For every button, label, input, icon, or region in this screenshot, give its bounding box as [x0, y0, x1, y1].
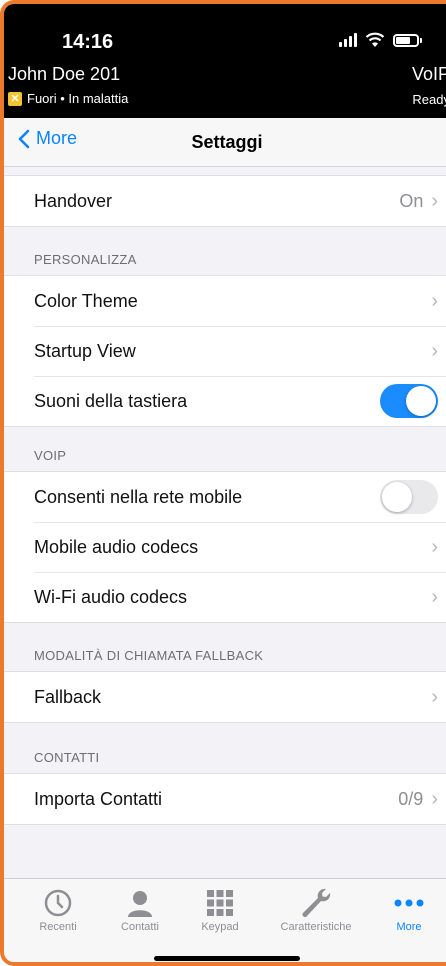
- section-fallback-mode: MODALITÀ DI CHIAMATA FALLBACK: [34, 648, 264, 663]
- more-dots-icon: [394, 899, 424, 907]
- wifi-icon: [365, 32, 385, 47]
- person-icon: [128, 891, 152, 917]
- section-voip: VOIP: [34, 448, 67, 463]
- chevron-right-icon: ›: [431, 290, 438, 312]
- startup-view-label: Startup View: [34, 340, 136, 361]
- contacts-group: Importa Contatti 0/9 ›: [4, 773, 446, 825]
- chevron-right-icon: ›: [431, 788, 438, 810]
- chevron-right-icon: ›: [431, 586, 438, 608]
- top-bar: 14:16 John Doe 201 ✕ Fuori • In malattia…: [4, 4, 446, 118]
- battery-icon: [393, 33, 419, 47]
- wifi-codecs-label: Wi-Fi audio codecs: [34, 586, 188, 607]
- presence-status-text: Fuori • In malattia: [27, 91, 129, 106]
- keyboard-sounds-row: Suoni della tastiera: [4, 376, 446, 426]
- fallback-group: Fallback ›: [4, 671, 446, 723]
- tab-bar: Recenti Contatti Keypad Caratteristiche …: [4, 878, 446, 962]
- handover-label: Handover: [34, 190, 113, 211]
- fallback-label: Fallback: [34, 686, 102, 707]
- mobile-codecs-label: Mobile audio codecs: [34, 536, 199, 557]
- import-contacts-row[interactable]: Importa Contatti 0/9 ›: [4, 774, 446, 824]
- clock-icon: [44, 889, 72, 917]
- handover-group: Handover On ›: [4, 175, 446, 227]
- personalize-group: Color Theme › Startup View › Suoni della…: [4, 275, 446, 427]
- status-time: 14:16: [62, 31, 114, 53]
- page-title: Settaggi: [191, 132, 263, 152]
- fallback-row[interactable]: Fallback ›: [4, 672, 446, 722]
- chevron-right-icon: ›: [431, 340, 438, 362]
- tab-keypad-label: Keypad: [201, 921, 239, 933]
- presence-status[interactable]: ✕ Fuori • In malattia: [8, 91, 128, 106]
- section-contacts: CONTATTI: [34, 750, 100, 765]
- absent-badge-icon: ✕: [8, 91, 22, 106]
- chevron-right-icon: ›: [431, 190, 438, 212]
- tab-recenti[interactable]: Recenti: [18, 885, 98, 933]
- tab-caratteristiche-label: Caratteristiche: [280, 921, 352, 933]
- keyboard-sounds-toggle[interactable]: [380, 384, 438, 418]
- tab-more[interactable]: More: [374, 885, 444, 933]
- wrench-icon: [302, 888, 331, 917]
- tab-contatti[interactable]: Contatti: [100, 885, 180, 933]
- voip-group: Consenti nella rete mobile Mobile audio …: [4, 471, 446, 623]
- handover-value: On: [399, 190, 424, 211]
- signal-icon: [339, 33, 357, 47]
- keypad-icon: [207, 890, 233, 916]
- voip-status: Ready: [412, 92, 446, 107]
- mobile-network-toggle[interactable]: [380, 480, 438, 514]
- tab-more-label: More: [396, 921, 422, 933]
- tab-caratteristiche[interactable]: Caratteristiche: [270, 885, 362, 933]
- color-theme-row[interactable]: Color Theme ›: [4, 276, 446, 326]
- handover-row[interactable]: Handover On ›: [4, 176, 446, 226]
- mobile-codecs-row[interactable]: Mobile audio codecs ›: [4, 522, 446, 572]
- nav-bar: More Settaggi: [4, 118, 446, 167]
- chevron-right-icon: ›: [431, 686, 438, 708]
- mobile-network-label: Consenti nella rete mobile: [34, 486, 243, 507]
- tab-recenti-label: Recenti: [39, 921, 77, 933]
- mobile-network-row: Consenti nella rete mobile: [4, 472, 446, 522]
- tab-contatti-label: Contatti: [121, 921, 159, 933]
- status-icons: [339, 32, 422, 48]
- import-contacts-value: 0/9: [398, 788, 424, 809]
- voip-title: VoIP: [411, 64, 446, 84]
- user-name: John Doe 201: [8, 64, 121, 84]
- import-contacts-label: Importa Contatti: [34, 788, 163, 809]
- section-personalize: PERSONALIZZA: [34, 252, 137, 267]
- home-indicator: [154, 956, 300, 961]
- phone-frame: 14:16 John Doe 201 ✕ Fuori • In malattia…: [0, 0, 446, 966]
- color-theme-label: Color Theme: [34, 290, 138, 311]
- startup-view-row[interactable]: Startup View ›: [4, 326, 446, 376]
- settings-list: Handover On › PERSONALIZZA Color Theme ›…: [4, 167, 446, 825]
- wifi-codecs-row[interactable]: Wi-Fi audio codecs ›: [4, 572, 446, 622]
- tab-keypad[interactable]: Keypad: [180, 885, 260, 933]
- chevron-right-icon: ›: [431, 536, 438, 558]
- keyboard-sounds-label: Suoni della tastiera: [34, 390, 188, 411]
